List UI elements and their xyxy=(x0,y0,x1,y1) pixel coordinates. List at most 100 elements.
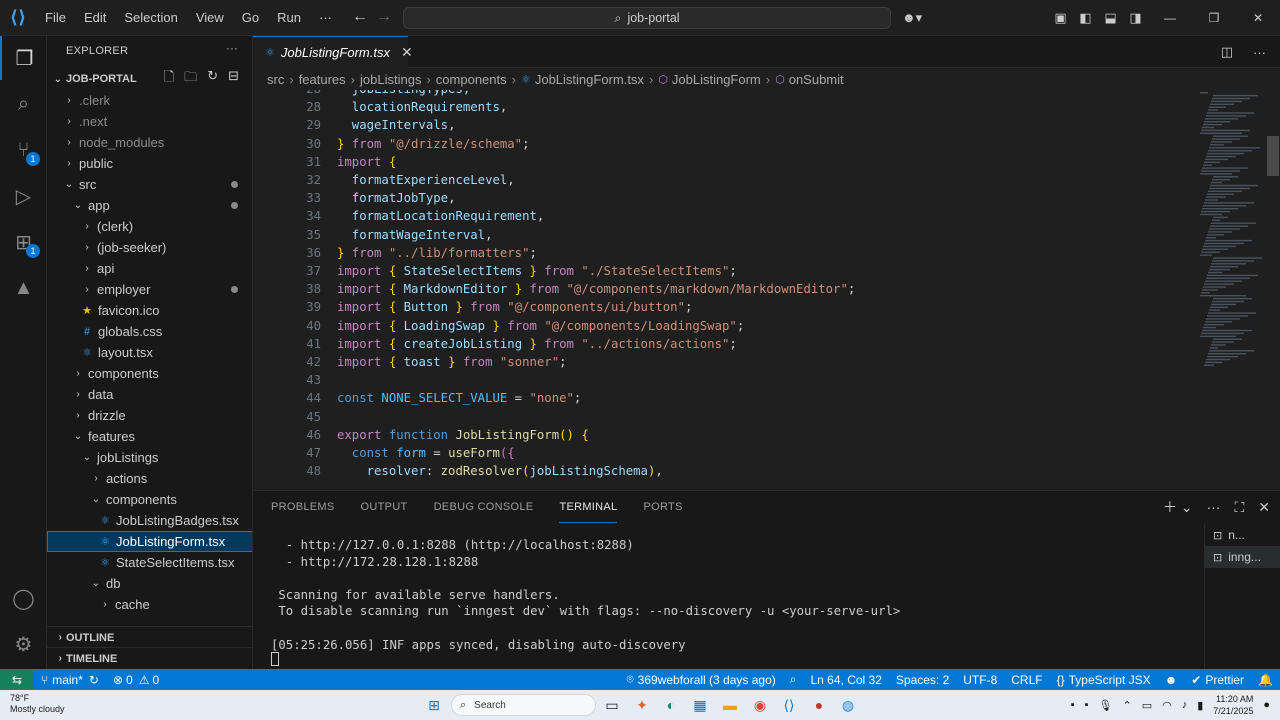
tree-folder[interactable]: › cache xyxy=(47,594,252,615)
remote-explorer-icon[interactable]: ▲ xyxy=(0,266,47,310)
copilot-icon[interactable]: ☻▾ xyxy=(902,10,922,26)
terminal-tab-1[interactable]: ⊡ n... xyxy=(1205,524,1280,546)
search-view-icon[interactable]: ⌕ xyxy=(0,82,47,126)
menu-file[interactable]: File xyxy=(36,0,75,36)
new-file-icon[interactable]: 🗋 xyxy=(164,68,174,90)
breadcrumb-joblistings[interactable]: jobListings xyxy=(360,72,421,87)
problems-indicator[interactable]: ⊗ 0 ⚠ 0 xyxy=(106,669,166,690)
browser-icon[interactable]: ◍ xyxy=(838,695,858,715)
tree-folder[interactable]: ⌄ jobListings xyxy=(47,447,252,468)
tree-folder[interactable]: › public xyxy=(47,153,252,174)
tree-file[interactable]: ⚛ JobListingBadges.tsx xyxy=(47,510,252,531)
timeline-section[interactable]: › TIMELINE xyxy=(47,647,252,669)
copilot-status-icon[interactable]: ☻ xyxy=(1158,669,1185,690)
breadcrumb-components[interactable]: components xyxy=(436,72,507,87)
toggle-sidebar-icon[interactable]: ◧ xyxy=(1073,10,1098,26)
menu-run[interactable]: Run xyxy=(268,0,310,36)
code-editor[interactable]: 28 jobListingTypes,28 locationRequiremen… xyxy=(253,90,1280,490)
menu-go[interactable]: Go xyxy=(233,0,268,36)
tree-folder[interactable]: › (job-seeker) xyxy=(47,237,252,258)
breadcrumb-features[interactable]: features xyxy=(299,72,346,87)
menu-view[interactable]: View xyxy=(187,0,233,36)
line-endings[interactable]: CRLF xyxy=(1004,669,1049,690)
tree-folder[interactable]: › drizzle xyxy=(47,405,252,426)
run-debug-icon[interactable]: ▷ xyxy=(0,174,47,218)
close-window-icon[interactable]: ✕ xyxy=(1236,11,1280,25)
command-center-search[interactable]: ⌕ job-portal xyxy=(403,7,891,29)
editor-scrollbar[interactable] xyxy=(1266,90,1280,490)
remote-indicator-icon[interactable]: ⇆ xyxy=(0,669,34,690)
scrollbar-thumb[interactable] xyxy=(1267,136,1279,176)
forward-arrow-icon[interactable]: → xyxy=(372,8,396,26)
tree-folder[interactable]: ⌄ db xyxy=(47,573,252,594)
toggle-panel-icon[interactable]: ⬓ xyxy=(1098,10,1123,26)
maximize-icon[interactable]: ❐ xyxy=(1192,11,1236,25)
tree-folder[interactable]: › api xyxy=(47,258,252,279)
tab-joblistingform[interactable]: ⚛ JobListingForm.tsx ✕ xyxy=(253,36,413,68)
tree-file[interactable]: ⚛ JobListingForm.tsx xyxy=(47,531,252,552)
branch-indicator[interactable]: ⑂ main* ↻ xyxy=(34,669,106,690)
close-panel-icon[interactable]: ✕ xyxy=(1258,499,1270,516)
breadcrumb-src[interactable]: src xyxy=(267,72,284,87)
new-folder-icon[interactable]: 🗀 xyxy=(184,68,197,90)
tray-app-icon[interactable]: ▪ xyxy=(1071,699,1075,711)
tree-folder[interactable]: ⌄ app xyxy=(47,195,252,216)
tree-folder[interactable]: ⌄ features xyxy=(47,426,252,447)
language-icon[interactable]: ▭ xyxy=(1142,699,1152,712)
cursor-position[interactable]: Ln 64, Col 32 xyxy=(804,669,889,690)
prettier-status[interactable]: ✔ Prettier xyxy=(1184,669,1251,690)
more-actions-icon[interactable]: ··· xyxy=(226,43,238,55)
tree-folder[interactable]: › components xyxy=(47,363,252,384)
tree-folder[interactable]: › node_modules xyxy=(47,132,252,153)
wifi-icon[interactable]: ◠ xyxy=(1162,699,1172,712)
menu-selection[interactable]: Selection xyxy=(115,0,186,36)
explorer-icon[interactable]: ❐ xyxy=(0,36,47,80)
clock[interactable]: 11:20 AM 7/21/2025 xyxy=(1213,693,1253,717)
tree-file[interactable]: ⚛ StateSelectItems.tsx xyxy=(47,552,252,573)
manage-gear-icon[interactable]: ⚙ xyxy=(0,622,47,666)
language-mode[interactable]: {} TypeScript JSX xyxy=(1050,669,1158,690)
menu-more[interactable]: ··· xyxy=(310,0,341,36)
toggle-secondary-sidebar-icon[interactable]: ◨ xyxy=(1123,10,1148,26)
sync-icon[interactable]: ↻ xyxy=(89,673,99,687)
volume-icon[interactable]: ♪ xyxy=(1182,699,1188,711)
app-icon[interactable]: ● xyxy=(809,695,829,715)
refresh-icon[interactable]: ↻ xyxy=(207,68,218,90)
collapse-all-icon[interactable]: ⊟ xyxy=(228,68,239,90)
tree-folder[interactable]: › employer xyxy=(47,279,252,300)
tree-folder[interactable]: › actions xyxy=(47,468,252,489)
tree-file[interactable]: # globals.css xyxy=(47,321,252,342)
minimize-icon[interactable]: — xyxy=(1148,11,1192,25)
copilot-app-icon[interactable]: ✦ xyxy=(632,695,652,715)
tree-folder[interactable]: › data xyxy=(47,384,252,405)
task-view-icon[interactable]: ▭ xyxy=(602,695,622,715)
extensions-icon[interactable]: ⊞ 1 xyxy=(0,220,47,264)
tree-folder[interactable]: › .clerk xyxy=(47,90,252,111)
tray-overflow-icon[interactable]: ⌃ xyxy=(1123,699,1132,712)
tab-ports[interactable]: PORTS xyxy=(643,491,682,523)
store-icon[interactable]: ▦ xyxy=(690,695,710,715)
customize-layout-icon[interactable]: ▣ xyxy=(1048,10,1073,26)
chrome-icon[interactable]: ◉ xyxy=(750,695,770,715)
maximize-panel-icon[interactable]: ⛶ xyxy=(1234,499,1244,516)
tab-problems[interactable]: PROBLEMS xyxy=(271,491,335,523)
tab-debug-console[interactable]: DEBUG CONSOLE xyxy=(434,491,534,523)
breadcrumb-function[interactable]: JobListingForm xyxy=(672,72,761,87)
back-arrow-icon[interactable]: ← xyxy=(348,8,372,26)
account-icon[interactable]: ◯ xyxy=(0,576,47,620)
breadcrumb-onsubmit[interactable]: onSubmit xyxy=(789,72,844,87)
taskbar-search[interactable]: ⌕ Search xyxy=(451,694,596,716)
tree-folder[interactable]: ⌄ components xyxy=(47,489,252,510)
tree-file[interactable]: ⚛ layout.tsx xyxy=(47,342,252,363)
source-control-icon[interactable]: ⑂ 1 xyxy=(0,128,47,172)
terminal-tab-2[interactable]: ⊡ inng... xyxy=(1205,546,1280,568)
zoom-icon[interactable]: ⌕ xyxy=(783,669,804,690)
notifications-icon[interactable]: 🔔 xyxy=(1251,669,1280,690)
split-editor-icon[interactable]: ◫ xyxy=(1221,44,1233,60)
battery-icon[interactable]: ▮ xyxy=(1197,699,1203,712)
windows-start-icon[interactable]: ⊞ xyxy=(424,695,444,715)
file-explorer-icon[interactable]: ▬ xyxy=(720,695,740,715)
tree-folder[interactable]: › (clerk) xyxy=(47,216,252,237)
notification-center-icon[interactable]: ● xyxy=(1263,699,1270,711)
microphone-icon[interactable]: 🎙 xyxy=(1099,699,1113,712)
